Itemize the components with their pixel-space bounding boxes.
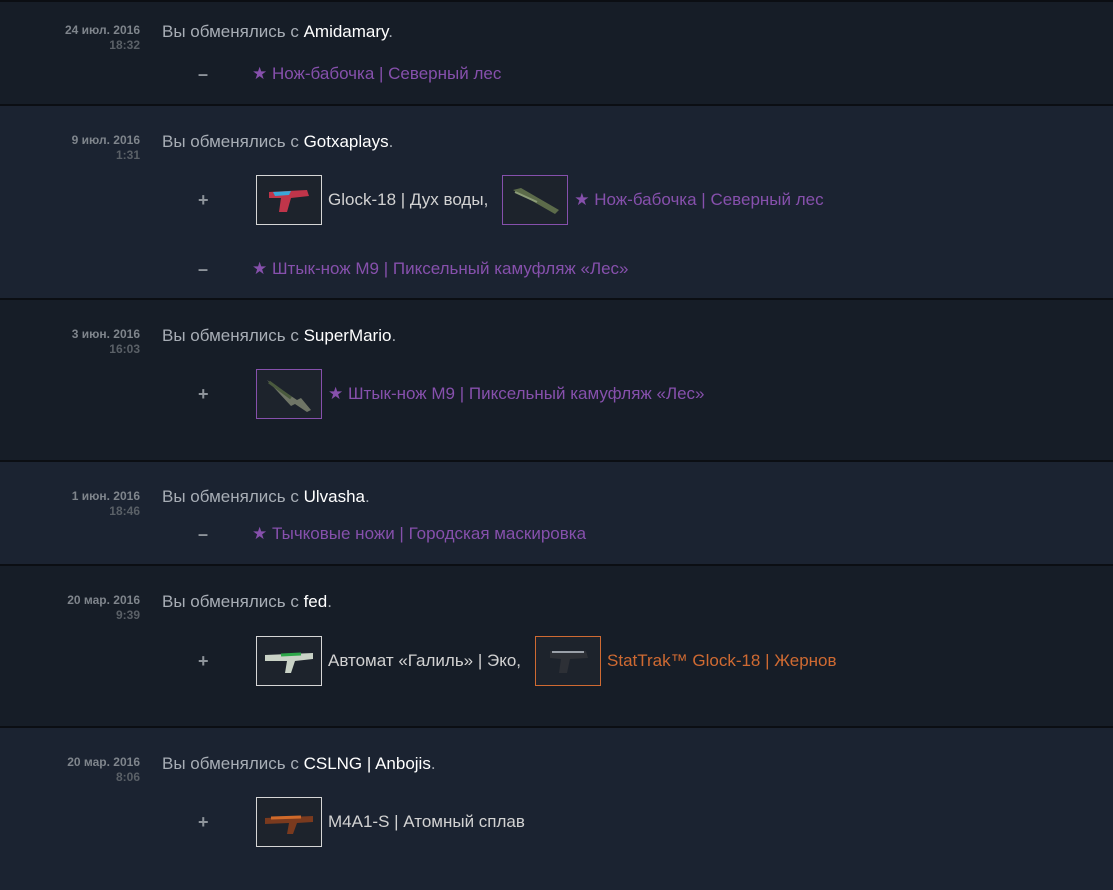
glock-water-icon[interactable] (256, 175, 322, 225)
trade-summary: Вы обменялись с Ulvasha. (162, 487, 370, 506)
m4a1s-atomic-icon[interactable] (256, 797, 322, 847)
partner-link[interactable]: SuperMario (304, 326, 392, 345)
trade-date: 20 мар. 2016 8:06 (67, 755, 140, 785)
partner-link[interactable]: CSLNG | Anbojis (304, 754, 431, 773)
time-label: 16:03 (109, 342, 140, 356)
summary-prefix: Вы обменялись с (162, 22, 299, 41)
partner-link[interactable]: fed (304, 592, 328, 611)
trade-date: 9 июл. 2016 1:31 (72, 133, 140, 163)
removed-sign: – (198, 523, 209, 544)
date-label: 9 июл. 2016 (71, 133, 140, 147)
time-label: 18:46 (109, 504, 140, 518)
trade-summary: Вы обменялись с CSLNG | Anbojis. (162, 754, 436, 773)
trade-date: 1 июн. 2016 18:46 (72, 489, 140, 519)
item[interactable]: M4A1-S | Атомный сплав (256, 797, 525, 847)
trade-entry: 9 июл. 2016 1:31 Вы обменялись с Gotxapl… (0, 104, 1113, 300)
items-line: – ★ Штык-нож M9 | Пиксельный камуфляж «Л… (198, 242, 629, 296)
removed-sign: – (198, 258, 209, 279)
items-line: – ★ Тычковые ножи | Городская маскировка (198, 507, 586, 561)
time-label: 18:32 (109, 38, 140, 52)
item[interactable]: Автомат «Галиль» | Эко, (256, 636, 535, 686)
time-label: 8:06 (115, 770, 140, 784)
trade-entry: 24 июл. 2016 18:32 Вы обменялись с Amida… (0, 0, 1113, 106)
trade-summary: Вы обменялись с Amidamary. (162, 22, 394, 41)
item-name[interactable]: M4A1-S | Атомный сплав (328, 812, 525, 832)
item-name[interactable]: StatTrak™ Glock-18 | Жернов (607, 651, 837, 671)
items-line: + ★ Штык-нож M9 | Пиксельный камуфляж «Л… (198, 367, 705, 421)
item-name[interactable]: Glock-18 | Дух воды (328, 190, 484, 210)
date-label: 20 мар. 2016 (67, 755, 140, 769)
date-label: 1 июн. 2016 (71, 489, 140, 503)
items-line: + Glock-18 | Дух воды, ★ Нож-бабочка | С… (198, 173, 824, 227)
added-sign: + (198, 189, 209, 210)
item[interactable]: StatTrak™ Glock-18 | Жернов (535, 636, 837, 686)
trade-summary: Вы обменялись с fed. (162, 592, 332, 611)
trade-date: 3 июн. 2016 16:03 (72, 327, 140, 357)
summary-prefix: Вы обменялись с (162, 487, 299, 506)
partner-link[interactable]: Ulvasha (304, 487, 365, 506)
item-name[interactable]: ★ Тычковые ножи | Городская маскировка (252, 524, 586, 544)
separator: , (483, 190, 489, 209)
time-label: 9:39 (115, 608, 140, 622)
time-label: 1:31 (115, 148, 140, 162)
trade-summary: Вы обменялись с SuperMario. (162, 326, 397, 345)
trade-entry: 20 мар. 2016 9:39 Вы обменялись с fed. +… (0, 564, 1113, 728)
m9-bayonet-icon[interactable] (256, 369, 322, 419)
trade-entry: 20 мар. 2016 8:06 Вы обменялись с CSLNG … (0, 726, 1113, 890)
item-name[interactable]: ★ Нож-бабочка | Северный лес (574, 190, 823, 210)
removed-sign: – (198, 63, 209, 84)
item-name[interactable]: Автомат «Галиль» | Эко (328, 651, 516, 671)
partner-link[interactable]: Amidamary (304, 22, 389, 41)
items-line: – ★ Нож-бабочка | Северный лес (198, 47, 501, 101)
item[interactable]: ★ Нож-бабочка | Северный лес (502, 175, 824, 225)
trade-entry: 3 июн. 2016 16:03 Вы обменялись с SuperM… (0, 298, 1113, 462)
item[interactable]: Glock-18 | Дух воды, (256, 175, 502, 225)
item-name[interactable]: ★ Штык-нож M9 | Пиксельный камуфляж «Лес… (252, 259, 629, 279)
item-name[interactable]: ★ Штык-нож M9 | Пиксельный камуфляж «Лес… (328, 384, 705, 404)
galil-eco-icon[interactable] (256, 636, 322, 686)
trade-date: 24 июл. 2016 18:32 (65, 23, 140, 53)
summary-prefix: Вы обменялись с (162, 592, 299, 611)
added-sign: + (198, 811, 209, 832)
partner-link[interactable]: Gotxaplays (304, 132, 389, 151)
date-label: 24 июл. 2016 (65, 23, 140, 37)
summary-prefix: Вы обменялись с (162, 326, 299, 345)
summary-prefix: Вы обменялись с (162, 754, 299, 773)
trade-summary: Вы обменялись с Gotxaplays. (162, 132, 394, 151)
date-label: 20 мар. 2016 (67, 593, 140, 607)
separator: , (516, 651, 522, 670)
butterfly-knife-icon[interactable] (502, 175, 569, 225)
trade-entry: 1 июн. 2016 18:46 Вы обменялись с Ulvash… (0, 460, 1113, 566)
items-line: + Автомат «Галиль» | Эко, StatTrak™ Gloc… (198, 634, 837, 688)
added-sign: + (198, 650, 209, 671)
added-sign: + (198, 383, 209, 404)
date-label: 3 июн. 2016 (71, 327, 140, 341)
item-name[interactable]: ★ Нож-бабочка | Северный лес (252, 64, 501, 84)
trade-date: 20 мар. 2016 9:39 (67, 593, 140, 623)
glock-grinder-icon[interactable] (535, 636, 602, 686)
summary-prefix: Вы обменялись с (162, 132, 299, 151)
item[interactable]: ★ Штык-нож M9 | Пиксельный камуфляж «Лес… (256, 369, 705, 419)
items-line: + M4A1-S | Атомный сплав (198, 795, 525, 849)
